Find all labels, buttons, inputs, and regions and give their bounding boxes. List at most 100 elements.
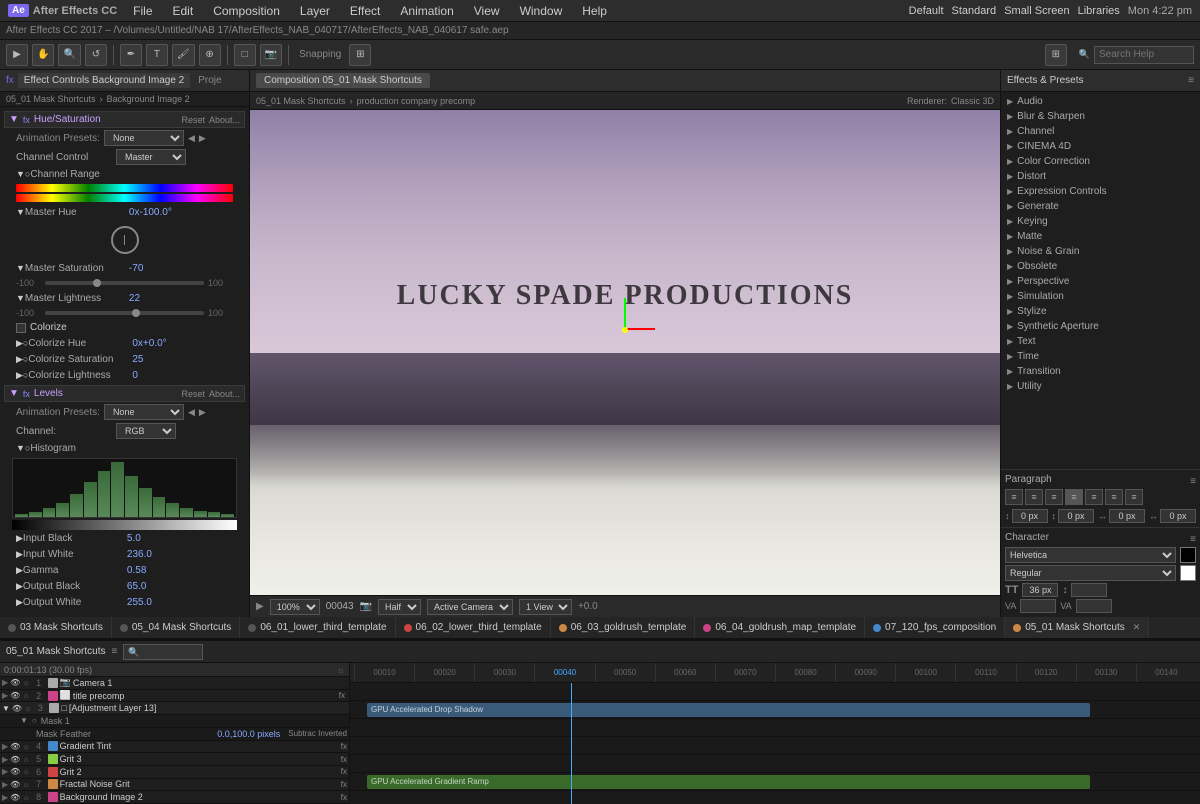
lv-reset[interactable]: Reset <box>181 389 205 399</box>
tl-expand-5[interactable]: ▶ <box>2 755 8 764</box>
justify-center[interactable]: ≡ <box>1085 489 1103 505</box>
comp-tab-0602[interactable]: 06_02_lower_third_template <box>396 617 551 638</box>
menu-animation[interactable]: Animation <box>396 2 457 20</box>
paragraph-menu[interactable]: ≡ <box>1190 476 1196 487</box>
histogram-input-slider[interactable] <box>12 520 237 530</box>
effect-cat-time[interactable]: ▶ Time <box>1003 349 1198 364</box>
indent-left-input[interactable] <box>1012 509 1048 523</box>
lv-preset-nav-left[interactable]: ◀ <box>188 407 195 418</box>
effect-cat-expression[interactable]: ▶ Expression Controls <box>1003 184 1198 199</box>
space-before-input[interactable] <box>1109 509 1145 523</box>
character-menu[interactable]: ≡ <box>1190 534 1196 545</box>
timeline-search[interactable] <box>123 644 203 660</box>
ms-slider-track[interactable] <box>45 281 204 285</box>
tl-vis-4[interactable]: 👁 <box>10 742 20 751</box>
zoom-select[interactable]: 100% <box>270 599 320 615</box>
tl-expand-3[interactable]: ▼ <box>2 704 10 713</box>
tl-mask-expand[interactable]: ▼ <box>20 716 28 725</box>
project-tab[interactable]: Proje <box>198 75 221 86</box>
bc-comp[interactable]: 05_01 Mask Shortcuts <box>6 94 96 104</box>
tl-expand-6[interactable]: ▶ <box>2 767 8 776</box>
camera-tool[interactable]: 📷 <box>260 44 282 66</box>
hue-saturation-title[interactable]: ▼ fx Hue/Saturation Reset About... <box>4 111 245 128</box>
lv-ch-select[interactable]: RGB <box>116 423 176 439</box>
ml-value[interactable]: 22 <box>129 293 140 304</box>
indent-right-input[interactable] <box>1058 509 1094 523</box>
workspace-standard[interactable]: Standard <box>952 5 997 17</box>
comp-tab-0601[interactable]: 06_01_lower_third_template <box>240 617 395 638</box>
hs-reset[interactable]: Reset <box>181 115 205 125</box>
tl-solo-7[interactable]: ☼ <box>22 780 29 789</box>
selection-tool[interactable]: ▶ <box>6 44 28 66</box>
colorize-checkbox[interactable] <box>16 323 26 333</box>
effect-cat-sim[interactable]: ▶ Simulation <box>1003 289 1198 304</box>
effects-panel-menu[interactable]: ≡ <box>1188 75 1194 86</box>
effect-cat-audio[interactable]: ▶ Audio <box>1003 94 1198 109</box>
play-btn[interactable]: ▶ <box>256 601 264 612</box>
levels-title-bar[interactable]: ▼ fx Levels Reset About... <box>4 385 245 402</box>
tl-solo-3[interactable]: ☼ <box>24 704 31 713</box>
tl-solo-2[interactable]: ☼ <box>22 691 29 700</box>
lv-preset-nav-right[interactable]: ▶ <box>199 407 206 418</box>
menu-composition[interactable]: Composition <box>209 2 284 20</box>
lv-ow-value[interactable]: 255.0 <box>127 597 152 608</box>
justify-left[interactable]: ≡ <box>1065 489 1083 505</box>
shape-tool[interactable]: □ <box>234 44 256 66</box>
hand-tool[interactable]: ✋ <box>32 44 54 66</box>
tl-expand-1[interactable]: ▶ <box>2 678 8 687</box>
kerning-input[interactable]: 0 <box>1076 599 1112 613</box>
hs-presets-select[interactable]: None <box>104 130 184 146</box>
effect-cat-utility[interactable]: ▶ Utility <box>1003 379 1198 394</box>
workspace-btn[interactable]: ⊞ <box>1045 44 1067 66</box>
hs-about[interactable]: About... <box>209 115 240 125</box>
tl-layer-5[interactable]: ▶ 👁 ☼ 5 Grit 3 fx <box>0 753 349 766</box>
tl-expand-8[interactable]: ▶ <box>2 793 8 802</box>
menu-help[interactable]: Help <box>578 2 611 20</box>
tl-layer-3[interactable]: ▼ 👁 ☼ 3 □ [Adjustment Layer 13] <box>0 702 349 715</box>
tl-vis-7[interactable]: 👁 <box>10 780 20 789</box>
comp-tab-07[interactable]: 07_120_fps_composition <box>865 617 1005 638</box>
effect-cat-matte[interactable]: ▶ Matte <box>1003 229 1198 244</box>
tl-expand-4[interactable]: ▶ <box>2 742 8 751</box>
track-bar-gradient-ramp[interactable]: GPU Accelerated Gradient Ramp <box>367 775 1090 789</box>
effect-cat-text[interactable]: ▶ Text <box>1003 334 1198 349</box>
clone-tool[interactable]: ⊕ <box>199 44 221 66</box>
effect-cat-channel[interactable]: ▶ Channel <box>1003 124 1198 139</box>
menu-edit[interactable]: Edit <box>169 2 198 20</box>
comp-tab-main[interactable]: Composition 05_01 Mask Shortcuts <box>256 73 430 88</box>
hs-cc-select[interactable]: Master <box>116 149 186 165</box>
leading-input[interactable]: Auto <box>1071 583 1107 597</box>
effect-cat-transition[interactable]: ▶ Transition <box>1003 364 1198 379</box>
lv-ob-value[interactable]: 65.0 <box>127 581 146 592</box>
tl-vis-1[interactable]: 👁 <box>10 678 20 687</box>
tl-layer-8[interactable]: ▶ 👁 ☼ 8 Background Image 2 fx <box>0 791 349 804</box>
effect-cat-synthetic[interactable]: ▶ Synthetic Aperture <box>1003 319 1198 334</box>
comp-bc-1[interactable]: 05_01 Mask Shortcuts <box>256 96 346 106</box>
align-left[interactable]: ≡ <box>1005 489 1023 505</box>
text-tool[interactable]: T <box>146 44 168 66</box>
search-input[interactable] <box>1094 46 1194 64</box>
mh-value[interactable]: 0x-100.0° <box>129 207 172 218</box>
font-size-input[interactable] <box>1022 583 1058 597</box>
tl-layer-4[interactable]: ▶ 👁 ☼ 4 Gradient Tint fx <box>0 741 349 754</box>
tl-vis-6[interactable]: 👁 <box>10 767 20 776</box>
lv-presets-select[interactable]: None <box>104 404 184 420</box>
tl-vis-3[interactable]: 👁 <box>12 704 22 713</box>
menu-window[interactable]: Window <box>516 2 567 20</box>
tl-vis-8[interactable]: 👁 <box>10 793 20 802</box>
justify-all[interactable]: ≡ <box>1125 489 1143 505</box>
font-style-select[interactable]: Regular <box>1005 565 1176 581</box>
stroke-color-swatch[interactable] <box>1180 565 1196 581</box>
tl-solo-8[interactable]: ☼ <box>22 793 29 802</box>
effect-cat-obsolete[interactable]: ▶ Obsolete <box>1003 259 1198 274</box>
tl-solo-5[interactable]: ☼ <box>22 755 29 764</box>
effect-cat-generate[interactable]: ▶ Generate <box>1003 199 1198 214</box>
ml-slider-track[interactable] <box>45 311 204 315</box>
tl-layer-2[interactable]: ▶ 👁 ☼ 2 ⬜ title precomp fx <box>0 690 349 703</box>
effect-cat-colorcorrect[interactable]: ▶ Color Correction <box>1003 154 1198 169</box>
pen-tool[interactable]: ✒ <box>120 44 142 66</box>
tl-solo-4[interactable]: ☼ <box>22 742 29 751</box>
font-family-select[interactable]: Helvetica <box>1005 547 1176 563</box>
comp-tab-03[interactable]: 03 Mask Shortcuts <box>0 617 112 638</box>
lv-ib-value[interactable]: 5.0 <box>127 533 141 544</box>
